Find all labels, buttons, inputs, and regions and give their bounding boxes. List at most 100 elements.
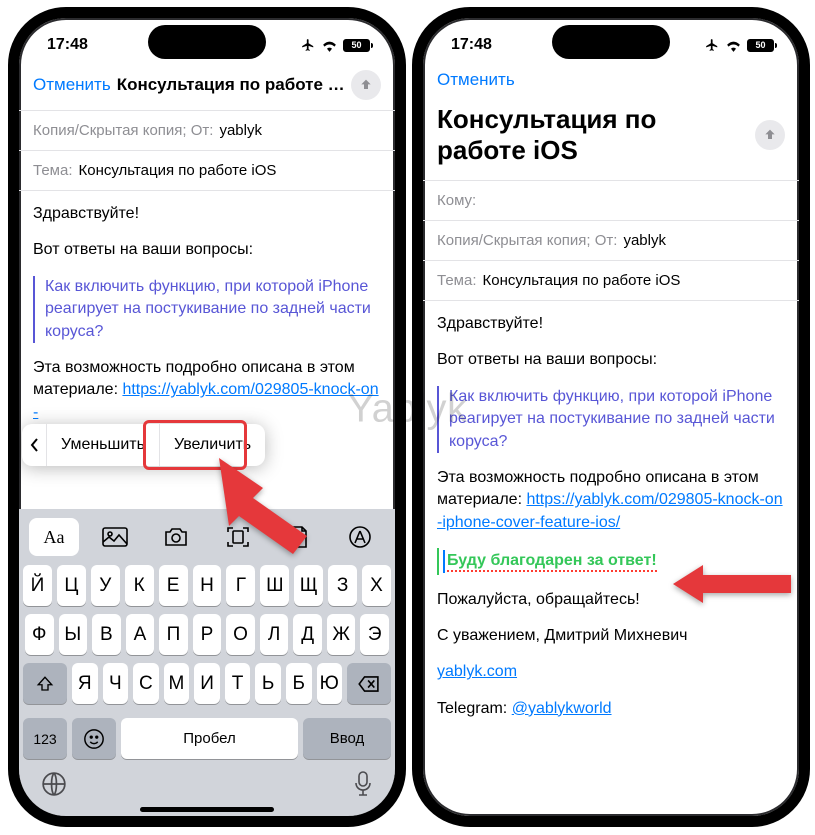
keyboard-row-2: фывапролджэ xyxy=(23,614,391,655)
delete-key[interactable] xyxy=(347,663,391,704)
cancel-button[interactable]: Отменить xyxy=(33,75,111,95)
emoji-key[interactable] xyxy=(72,718,116,759)
subject-field[interactable]: Тема: Консультация по работе iOS xyxy=(423,261,799,300)
key-у[interactable]: у xyxy=(91,565,120,606)
key-я[interactable]: я xyxy=(72,663,98,704)
globe-icon[interactable] xyxy=(41,771,67,797)
key-ф[interactable]: ф xyxy=(25,614,54,655)
mic-icon[interactable] xyxy=(353,771,373,797)
shift-key[interactable] xyxy=(23,663,67,704)
attach-file-button[interactable] xyxy=(274,518,324,556)
key-ш[interactable]: ш xyxy=(260,565,289,606)
numbers-key[interactable]: 123 xyxy=(23,718,67,759)
to-label: Кому: xyxy=(437,192,476,209)
body-quote: Как включить функцию, при которой iPhone… xyxy=(33,276,381,343)
airplane-icon xyxy=(704,38,720,52)
airplane-icon xyxy=(300,38,316,52)
send-button[interactable] xyxy=(755,120,785,150)
chevron-left-icon[interactable] xyxy=(30,437,40,453)
key-ы[interactable]: ы xyxy=(59,614,88,655)
send-button[interactable] xyxy=(351,70,381,100)
dynamic-island xyxy=(148,25,266,59)
signature-site[interactable]: yablyk.com xyxy=(437,663,517,680)
compose-title-large: Консультация по работе iOS xyxy=(437,104,747,166)
cc-from-label: Копия/Скрытая копия; От: xyxy=(33,122,213,139)
to-field[interactable]: Кому: xyxy=(423,181,799,220)
photos-button[interactable] xyxy=(90,518,140,556)
cancel-button[interactable]: Отменить xyxy=(437,70,515,90)
wifi-icon xyxy=(321,39,338,52)
key-д[interactable]: д xyxy=(293,614,322,655)
key-ч[interactable]: ч xyxy=(103,663,129,704)
body-answer: Эта возможность подробно описана в этом … xyxy=(437,467,785,534)
key-р[interactable]: р xyxy=(193,614,222,655)
key-щ[interactable]: щ xyxy=(294,565,323,606)
space-key[interactable]: Пробел xyxy=(121,718,298,759)
scan-button[interactable] xyxy=(213,518,263,556)
key-е[interactable]: е xyxy=(159,565,188,606)
body-intro: Вот ответы на ваши вопросы: xyxy=(437,349,785,371)
body-greeting: Здравствуйте! xyxy=(437,313,785,335)
key-и[interactable]: и xyxy=(194,663,220,704)
compose-nav: Отменить xyxy=(423,62,799,100)
key-н[interactable]: н xyxy=(193,565,222,606)
keyboard-row-3: ячсмитьбю xyxy=(23,663,391,704)
key-ю[interactable]: ю xyxy=(317,663,343,704)
return-key[interactable]: Ввод xyxy=(303,718,391,759)
markup-button[interactable] xyxy=(335,518,385,556)
keyboard: Aa йцукенгшщзх фывапролджэ ячсмитьбю 123… xyxy=(19,509,395,816)
key-г[interactable]: г xyxy=(226,565,255,606)
increase-quote-button[interactable]: Увеличить xyxy=(160,424,265,466)
key-з[interactable]: з xyxy=(328,565,357,606)
cc-from-field[interactable]: Копия/Скрытая копия; От: yablyk xyxy=(19,111,395,150)
quote-level-popover: Уменьшить Увеличить xyxy=(22,424,265,466)
signature-name: С уважением, Дмитрий Михневич xyxy=(437,625,785,647)
compose-title: Консультация по работе iOS xyxy=(117,75,345,95)
cc-from-field[interactable]: Копия/Скрытая копия; От: yablyk xyxy=(423,221,799,260)
body-answer: Эта возможность подробно описана в этом … xyxy=(33,357,381,424)
subject-label: Тема: xyxy=(33,162,73,179)
subject-value: Консультация по работе iOS xyxy=(483,272,681,289)
key-п[interactable]: п xyxy=(159,614,188,655)
signature-telegram-link[interactable]: @yablykworld xyxy=(512,700,612,717)
key-л[interactable]: л xyxy=(260,614,289,655)
key-й[interactable]: й xyxy=(23,565,52,606)
status-time: 17:48 xyxy=(47,36,107,54)
keyboard-row-1: йцукенгшщзх xyxy=(23,565,391,606)
body-quote: Как включить функцию, при которой iPhone… xyxy=(437,386,785,453)
key-б[interactable]: б xyxy=(286,663,312,704)
cc-from-label: Копия/Скрытая копия; От: xyxy=(437,232,617,249)
keyboard-toolbar: Aa xyxy=(19,509,395,565)
inserted-quote-text: Буду благодарен за ответ! xyxy=(437,548,785,574)
signature-telegram-label: Telegram: xyxy=(437,700,512,717)
camera-button[interactable] xyxy=(151,518,201,556)
key-к[interactable]: к xyxy=(125,565,154,606)
key-ц[interactable]: ц xyxy=(57,565,86,606)
phone-left: 17:48 50 Отменить Консультация по работе… xyxy=(8,7,406,827)
body-intro: Вот ответы на ваши вопросы: xyxy=(33,239,381,261)
decrease-quote-button[interactable]: Уменьшить xyxy=(47,424,159,466)
key-а[interactable]: а xyxy=(126,614,155,655)
message-body[interactable]: Здравствуйте! Вот ответы на ваши вопросы… xyxy=(423,301,799,720)
cc-from-value: yablyk xyxy=(623,232,666,249)
key-т[interactable]: т xyxy=(225,663,251,704)
message-body[interactable]: Здравствуйте! Вот ответы на ваши вопросы… xyxy=(19,191,395,461)
cc-from-value: yablyk xyxy=(219,122,262,139)
key-в[interactable]: в xyxy=(92,614,121,655)
compose-nav: Отменить Консультация по работе iOS xyxy=(19,62,395,110)
key-х[interactable]: х xyxy=(362,565,391,606)
subject-field[interactable]: Тема: Консультация по работе iOS xyxy=(19,151,395,190)
dynamic-island xyxy=(552,25,670,59)
key-с[interactable]: с xyxy=(133,663,159,704)
phone-right: 17:48 50 Отменить Консультация по работе… xyxy=(412,7,810,827)
key-ж[interactable]: ж xyxy=(327,614,356,655)
subject-label: Тема: xyxy=(437,272,477,289)
subject-value: Консультация по работе iOS xyxy=(79,162,277,179)
key-о[interactable]: о xyxy=(226,614,255,655)
format-button[interactable]: Aa xyxy=(29,518,79,556)
key-ь[interactable]: ь xyxy=(255,663,281,704)
key-м[interactable]: м xyxy=(164,663,190,704)
battery-indicator: 50 xyxy=(747,39,777,52)
battery-indicator: 50 xyxy=(343,39,373,52)
key-э[interactable]: э xyxy=(360,614,389,655)
